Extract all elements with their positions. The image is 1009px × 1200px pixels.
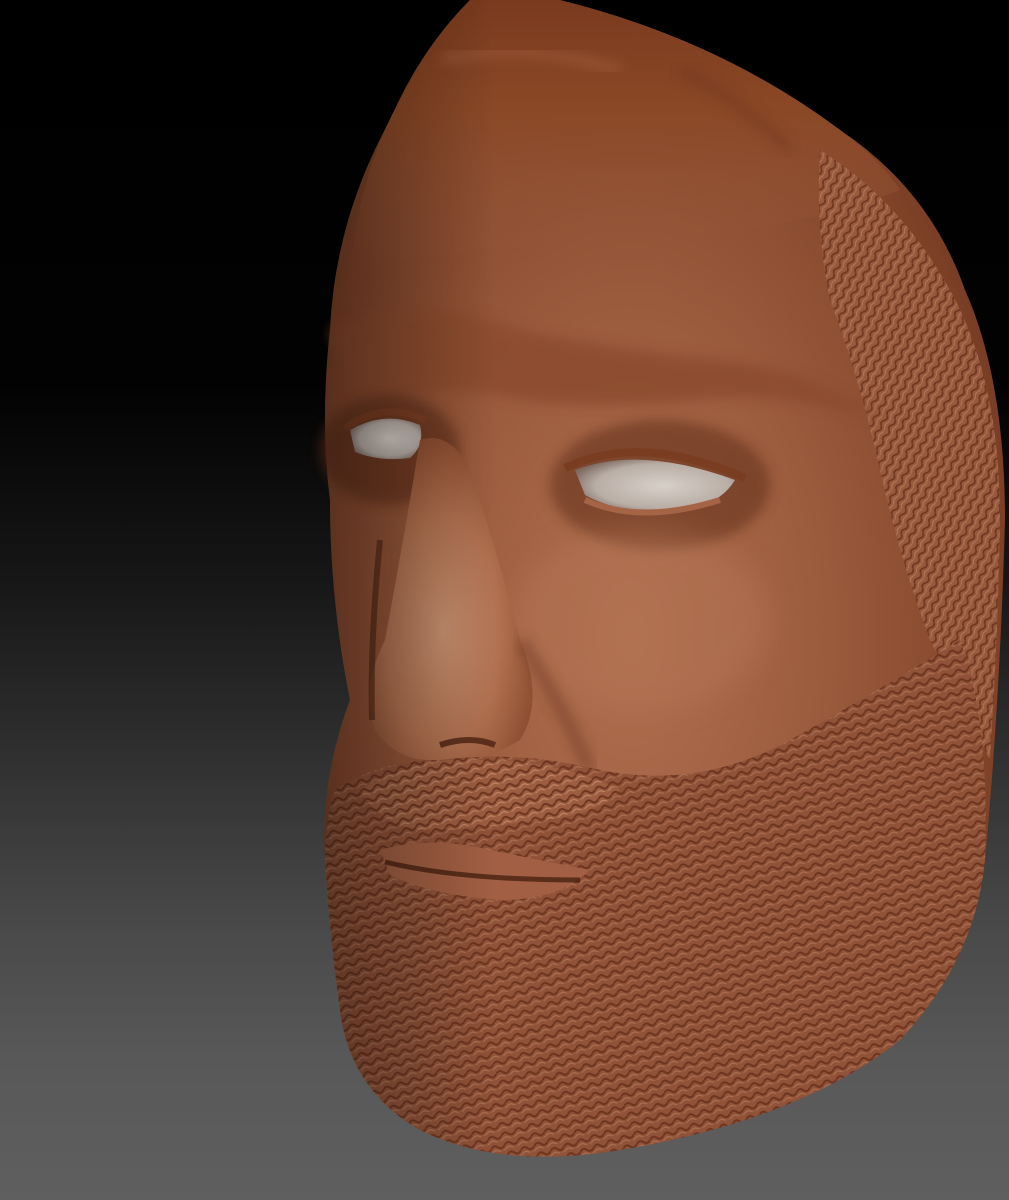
edge-shading	[324, 0, 1005, 1157]
sculpt-viewport	[0, 0, 1009, 1200]
sculpted-head-render	[320, 0, 1005, 1157]
